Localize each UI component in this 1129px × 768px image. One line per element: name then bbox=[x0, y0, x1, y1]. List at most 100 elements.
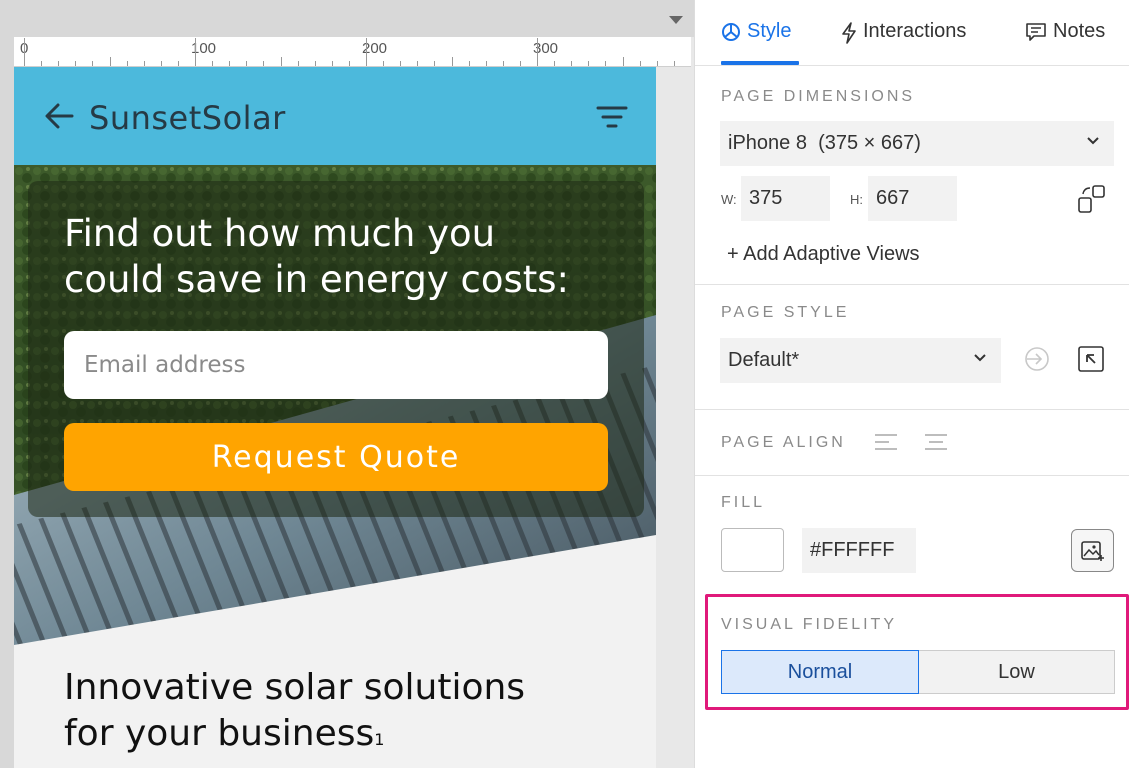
chevron-down-icon bbox=[974, 354, 986, 362]
page-style-select[interactable]: Default* bbox=[720, 338, 1001, 383]
horizontal-ruler: 0 100 200 300 bbox=[14, 37, 691, 67]
page-style-value: Default* bbox=[728, 349, 800, 371]
ruler-tick bbox=[348, 61, 350, 66]
tab-label: Style bbox=[747, 20, 792, 42]
fidelity-low-button[interactable]: Low bbox=[919, 650, 1115, 694]
inspector-panel: Style Interactions Notes PAGE DIMENSIONS… bbox=[694, 0, 1129, 768]
ruler-tick bbox=[92, 61, 94, 66]
ruler-tick bbox=[571, 61, 573, 66]
back-arrow-icon[interactable] bbox=[44, 103, 74, 129]
ruler-tick bbox=[639, 61, 641, 66]
page-dimensions-section: PAGE DIMENSIONS iPhone 8 (375 × 667) W: … bbox=[695, 66, 1129, 285]
tab-interactions[interactable]: Interactions bbox=[841, 20, 966, 66]
ruler-tick bbox=[366, 38, 367, 66]
ruler-tick bbox=[177, 61, 179, 66]
device-select-value: iPhone 8 (375 × 667) bbox=[728, 132, 921, 154]
ruler-tick bbox=[400, 61, 402, 66]
ruler-tick bbox=[314, 61, 316, 66]
ruler-tick bbox=[519, 61, 521, 66]
footnote-marker: 1 bbox=[374, 730, 385, 749]
fill-hex-value: #FFFFFF bbox=[810, 539, 895, 561]
style-icon bbox=[722, 23, 740, 41]
page-align-section: PAGE ALIGN bbox=[695, 410, 1129, 476]
image-icon bbox=[1080, 540, 1104, 561]
section-title: PAGE DIMENSIONS bbox=[721, 88, 916, 105]
section-title: PAGE ALIGN bbox=[721, 434, 846, 451]
width-label: W: bbox=[721, 192, 737, 207]
phone-artboard[interactable]: SunsetSolar Find out how much you could … bbox=[14, 67, 656, 768]
inspector-tabs: Style Interactions Notes bbox=[695, 0, 1129, 66]
style-manager-icon[interactable] bbox=[1077, 345, 1105, 373]
section-heading-line: for your business1 bbox=[64, 711, 624, 763]
design-canvas[interactable]: 0 100 200 300 SunsetSolar bbox=[0, 0, 694, 768]
ruler-tick bbox=[537, 38, 538, 66]
section-title: VISUAL FIDELITY bbox=[721, 616, 897, 633]
ruler-tick bbox=[195, 38, 196, 66]
ruler-tick bbox=[160, 61, 162, 66]
hero-heading-line: Find out how much you bbox=[64, 212, 496, 255]
app-title: SunsetSolar bbox=[89, 99, 286, 137]
ruler-tick bbox=[229, 61, 231, 66]
ruler-tick bbox=[673, 61, 675, 66]
fidelity-normal-button[interactable]: Normal bbox=[721, 650, 919, 694]
ruler-tick bbox=[434, 61, 436, 66]
align-left-icon[interactable] bbox=[873, 432, 899, 452]
add-adaptive-views-button[interactable]: + Add Adaptive Views bbox=[727, 243, 920, 266]
tab-style[interactable]: Style bbox=[721, 20, 791, 66]
ruler-tick bbox=[297, 61, 299, 66]
section-heading-line: Innovative solar solutions bbox=[64, 667, 526, 708]
ruler-tick bbox=[331, 61, 333, 66]
height-label: H: bbox=[850, 192, 863, 207]
section-heading-text: for your business bbox=[64, 713, 375, 754]
tab-label: Notes bbox=[1053, 20, 1106, 42]
align-center-icon[interactable] bbox=[923, 432, 949, 452]
fidelity-option-label: Normal bbox=[787, 660, 853, 683]
tab-label: Interactions bbox=[863, 20, 967, 42]
ruler-tick bbox=[58, 61, 60, 66]
ruler-tick bbox=[656, 61, 658, 66]
width-field[interactable]: 375 bbox=[741, 176, 830, 221]
quote-form-card: Find out how much you could save in ener… bbox=[28, 181, 644, 517]
height-value: 667 bbox=[876, 187, 910, 209]
page-style-section: PAGE STYLE Default* bbox=[695, 285, 1129, 410]
ruler-tick bbox=[485, 61, 487, 66]
fidelity-option-label: Low bbox=[998, 660, 1035, 683]
ruler-tick bbox=[468, 61, 470, 66]
email-input[interactable] bbox=[64, 331, 608, 399]
fill-hex-field[interactable]: #FFFFFF bbox=[802, 528, 916, 573]
fill-color-swatch[interactable] bbox=[721, 528, 784, 572]
ruler-tick bbox=[554, 61, 556, 66]
hero-heading: Find out how much you could save in ener… bbox=[64, 211, 624, 303]
width-value: 375 bbox=[749, 187, 783, 209]
swap-orientation-icon[interactable] bbox=[1077, 184, 1107, 214]
fill-image-button[interactable] bbox=[1071, 529, 1114, 572]
hero-heading-line: could save in energy costs: bbox=[64, 258, 570, 301]
apply-style-icon[interactable] bbox=[1023, 345, 1051, 373]
ruler-tick bbox=[622, 57, 624, 66]
section-title: FILL bbox=[721, 494, 766, 511]
ruler-tick bbox=[502, 61, 504, 66]
height-field[interactable]: 667 bbox=[868, 176, 957, 221]
ruler-tick bbox=[246, 61, 248, 66]
notes-icon bbox=[1026, 23, 1046, 41]
ruler-tick bbox=[280, 57, 282, 66]
section-heading: Innovative solar solutions for your busi… bbox=[64, 665, 624, 763]
ruler-tick bbox=[263, 61, 265, 66]
section-title: PAGE STYLE bbox=[721, 304, 850, 321]
ruler-tick bbox=[126, 61, 128, 66]
ruler-tick bbox=[605, 61, 607, 66]
ruler-tick bbox=[451, 57, 453, 66]
filter-icon[interactable] bbox=[596, 105, 628, 129]
tab-notes[interactable]: Notes bbox=[1025, 20, 1105, 66]
ruler-tick bbox=[143, 61, 145, 66]
ruler-tick bbox=[24, 38, 25, 66]
ruler-tick bbox=[75, 61, 77, 66]
dropdown-caret-icon[interactable] bbox=[669, 16, 683, 24]
ruler-tick bbox=[212, 61, 214, 66]
ruler-tick bbox=[109, 57, 111, 66]
canvas-top-bar bbox=[0, 0, 694, 37]
device-select[interactable]: iPhone 8 (375 × 667) bbox=[720, 121, 1114, 166]
ruler-tick bbox=[41, 61, 43, 66]
active-tab-indicator bbox=[721, 61, 799, 65]
request-quote-button[interactable]: Request Quote bbox=[64, 423, 608, 491]
